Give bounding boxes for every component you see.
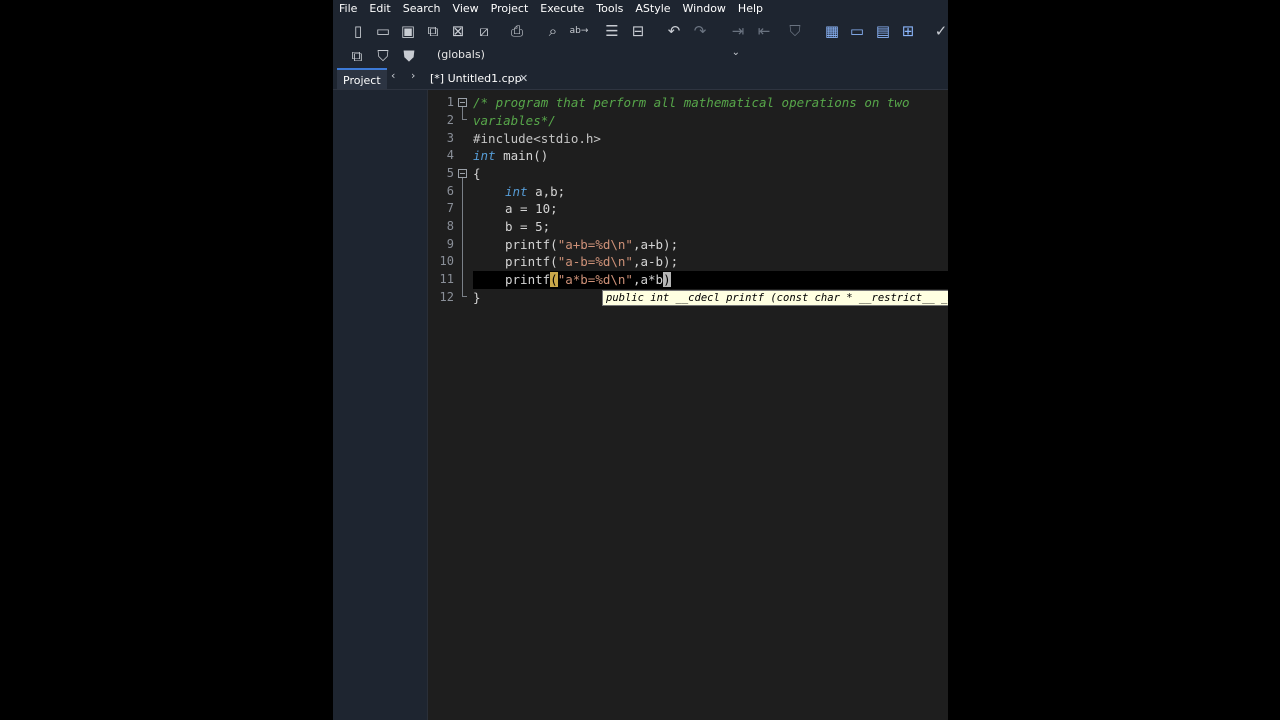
menu-window[interactable]: Window <box>677 0 732 17</box>
code-line-3: #include<stdio.h> <box>473 131 601 146</box>
menu-bar: File Edit Search View Project Execute To… <box>333 0 948 17</box>
code-line-2: variables*/ <box>473 113 556 128</box>
close-icon[interactable]: ✕ <box>519 69 528 88</box>
code-line-5: { <box>473 166 481 181</box>
bookmark-icon[interactable]: ⛉ <box>373 46 393 66</box>
save-all-icon[interactable]: ⧉ <box>423 21 443 41</box>
print-icon[interactable]: ⎙ <box>507 21 527 41</box>
code-line-6: int a,b; <box>505 184 566 199</box>
line-number: 4 <box>446 148 454 162</box>
menu-execute[interactable]: Execute <box>534 0 590 17</box>
check-icon[interactable]: ✓ <box>931 21 948 41</box>
layout-split-icon[interactable]: ▤ <box>873 21 893 41</box>
ide-window: File Edit Search View Project Execute To… <box>333 0 948 720</box>
layout-window-icon[interactable]: ▭ <box>847 21 867 41</box>
layout-grid-icon[interactable]: ▦ <box>822 21 842 41</box>
menu-search[interactable]: Search <box>397 0 447 17</box>
line-number: 7 <box>446 201 454 215</box>
fold-line <box>462 178 463 296</box>
line-number: 3 <box>446 131 454 145</box>
project-panel <box>333 90 428 720</box>
code-line-12: } <box>473 290 481 305</box>
redo-icon[interactable]: ↷ <box>690 21 710 41</box>
code-line-9: printf("a+b=%d\n",a+b); <box>505 237 679 252</box>
menu-project[interactable]: Project <box>485 0 535 17</box>
close-file-icon[interactable]: ⊠ <box>448 21 468 41</box>
function-calltip: public int __cdecl printf (const char * … <box>602 290 948 306</box>
line-gutter: 1 2 3 4 5 6 7 8 9 10 11 12 <box>430 90 458 720</box>
chevron-left-icon[interactable]: ‹ <box>391 69 395 82</box>
chevron-down-icon: ⌄ <box>731 47 740 58</box>
goto-icon[interactable]: ⧉ <box>347 46 367 66</box>
indent-icon[interactable]: ☰ <box>602 21 622 41</box>
new-file-icon[interactable]: ▯ <box>348 21 368 41</box>
main-toolbar: ▯ ▭ ▣ ⧉ ⊠ ⧄ ⎙ ⌕ ab→ ☰ ⊟ ↶ ↷ ⇥ ⇤ ⛉ ▦ ▭ ▤ … <box>333 17 948 45</box>
menu-tools[interactable]: Tools <box>590 0 629 17</box>
line-number: 12 <box>439 290 454 304</box>
fold-line <box>462 107 463 119</box>
bookmark-toggle-icon[interactable]: ⛊ <box>399 46 419 66</box>
code-line-1: /* program that perform all mathematical… <box>473 95 910 110</box>
code-line-7: a = 10; <box>505 201 558 216</box>
line-number: 9 <box>446 237 454 251</box>
menu-edit[interactable]: Edit <box>363 0 396 17</box>
save-icon[interactable]: ▣ <box>398 21 418 41</box>
unindent-icon[interactable]: ⊟ <box>628 21 648 41</box>
line-number: 8 <box>446 219 454 233</box>
menu-view[interactable]: View <box>447 0 485 17</box>
tab-project[interactable]: Project <box>337 68 387 89</box>
scope-select-value: (globals) <box>437 48 485 61</box>
fold-toggle-icon[interactable] <box>458 169 467 178</box>
undo-icon[interactable]: ↶ <box>664 21 684 41</box>
fold-end <box>462 296 467 297</box>
run-icon[interactable]: ⇤ <box>754 21 774 41</box>
menu-astyle[interactable]: AStyle <box>629 0 676 17</box>
code-editor[interactable]: 1 2 3 4 5 6 7 8 9 10 11 12 /* program th… <box>430 90 948 720</box>
line-number: 1 <box>446 95 454 109</box>
menu-help[interactable]: Help <box>732 0 769 17</box>
menu-file[interactable]: File <box>333 0 363 17</box>
open-folder-icon[interactable]: ▭ <box>373 21 393 41</box>
line-number: 6 <box>446 184 454 198</box>
code-line-10: printf("a-b=%d\n",a-b); <box>505 254 679 269</box>
fold-toggle-icon[interactable] <box>458 98 467 107</box>
close-all-icon[interactable]: ⧄ <box>474 21 494 41</box>
chevron-right-icon[interactable]: › <box>411 69 415 82</box>
line-number: 2 <box>446 113 454 127</box>
code-line-11: printf("a*b=%d\n",a*b) <box>505 272 671 287</box>
line-number: 11 <box>439 272 454 286</box>
tab-untitled1[interactable]: [*] Untitled1.cpp <box>430 69 522 88</box>
find-icon[interactable]: ⌕ <box>543 21 563 41</box>
compile-icon[interactable]: ⇥ <box>728 21 748 41</box>
layout-tiles-icon[interactable]: ⊞ <box>898 21 918 41</box>
debug-icon[interactable]: ⛉ <box>785 21 805 41</box>
line-number: 10 <box>439 254 454 268</box>
fold-end <box>462 119 467 120</box>
code-line-8: b = 5; <box>505 219 551 234</box>
line-number: 5 <box>446 166 454 180</box>
tab-bar: Project ‹ › [*] Untitled1.cpp ✕ <box>333 67 948 90</box>
code-line-4: int main() <box>473 148 549 163</box>
replace-icon[interactable]: ab→ <box>569 21 589 41</box>
scope-select[interactable]: (globals) ⌄ <box>435 47 740 65</box>
